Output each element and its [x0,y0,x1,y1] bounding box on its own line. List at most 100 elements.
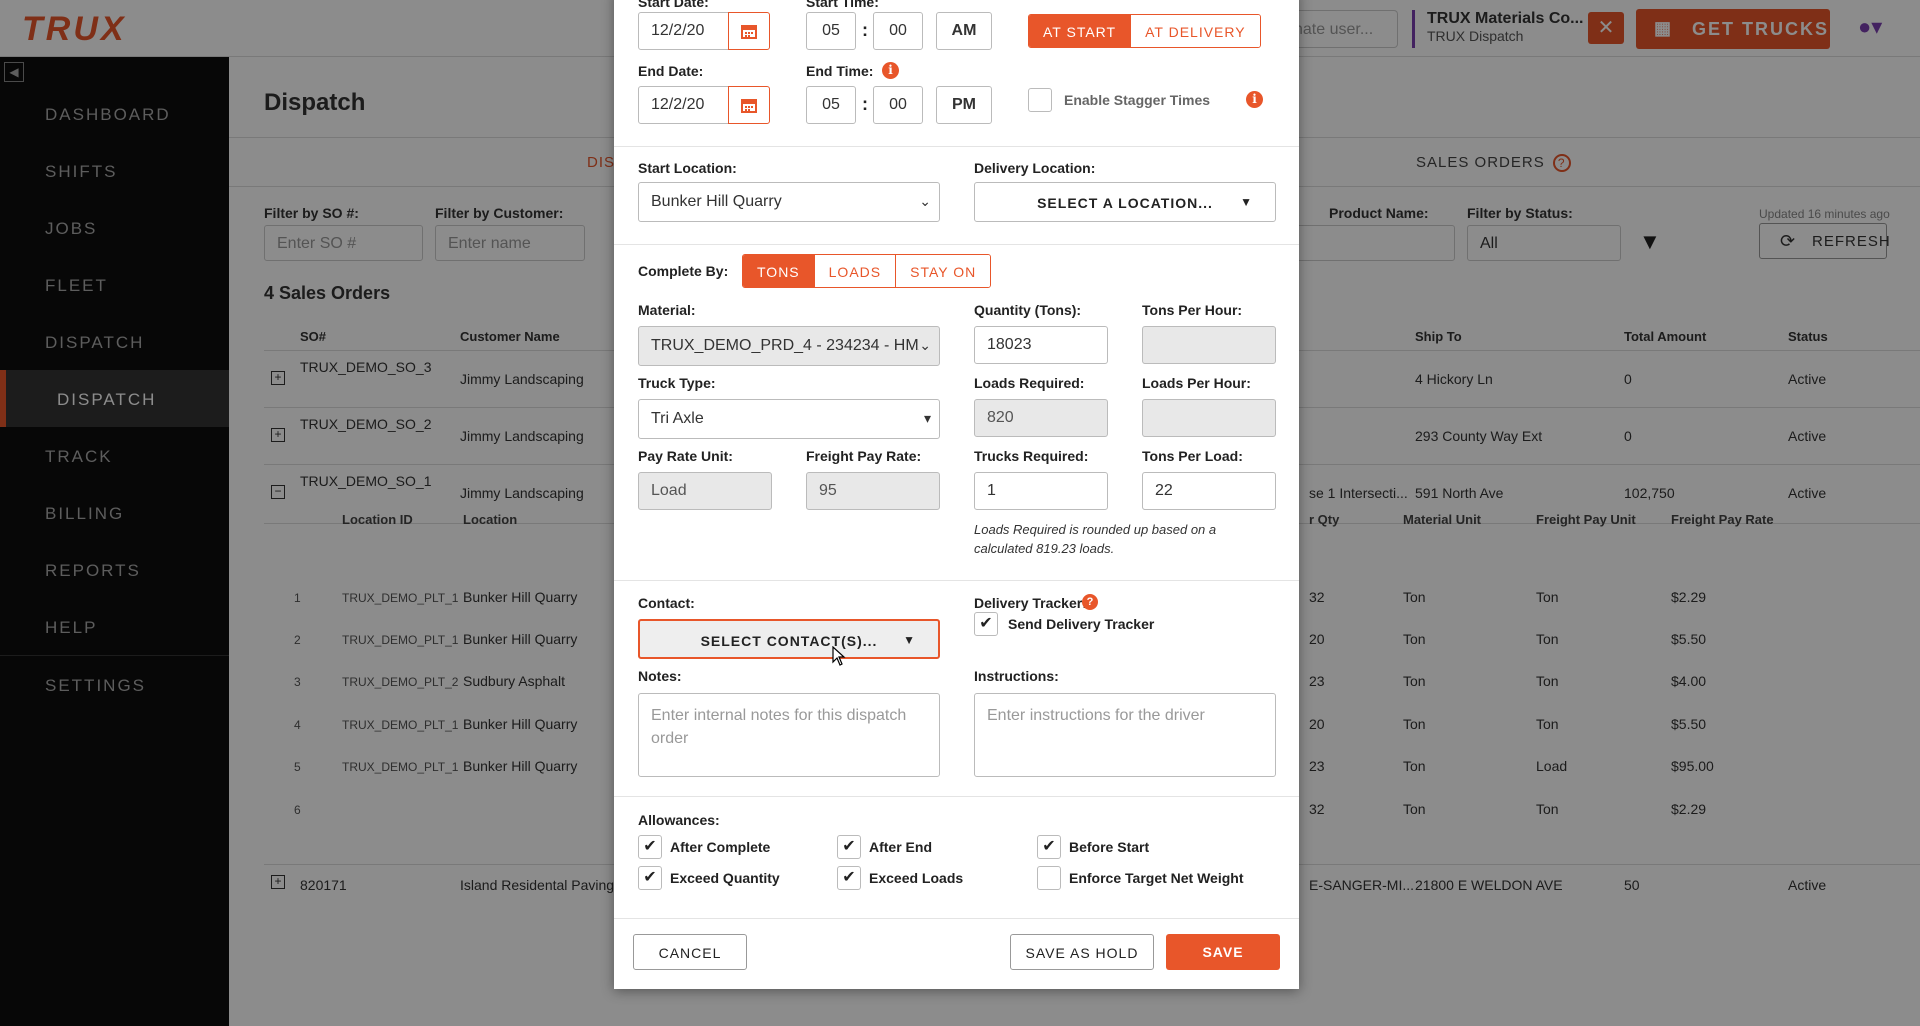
chevron-down-icon: ⌄ [919,193,931,210]
complete-by-stay-on[interactable]: STAY ON [896,255,991,287]
chevron-down-icon: ⌄ [919,337,931,354]
end-time-label: End Time: [806,63,874,79]
end-time-info-icon[interactable]: i [882,62,899,79]
start-date-label: Start Date: [638,0,709,10]
instructions-textarea[interactable]: Enter instructions for the driver [974,693,1276,777]
caret-down-icon: ▾ [923,410,931,427]
calendar-icon [741,25,757,39]
material-label: Material: [638,302,696,318]
time-separator: : [862,20,868,40]
tons-per-load-input[interactable]: 22 [1142,472,1276,510]
allowance-after-end-checkbox[interactable]: ✔ [837,835,861,859]
tons-per-hour-input[interactable] [1142,326,1276,364]
delivery-location-label: Delivery Location: [974,160,1096,176]
delivery-location-dropdown[interactable]: SELECT A LOCATION... ▼ [974,182,1276,222]
allowance-exceed-loads-label: Exceed Loads [869,870,964,886]
allowance-enforce-target-label: Enforce Target Net Weight [1069,870,1244,886]
complete-by-toggle: TONS LOADS STAY ON [742,254,992,288]
complete-by-label: Complete By: [638,263,729,279]
loads-required-input: 820 [974,399,1108,437]
complete-by-tons[interactable]: TONS [743,255,815,287]
tons-per-load-label: Tons Per Load: [1142,448,1243,464]
loads-required-note: Loads Required is rounded up based on a … [974,520,1274,558]
cancel-button[interactable]: CANCEL [633,934,747,970]
loads-note-line-2: calculated 819.23 loads. [974,541,1115,556]
allowance-exceed-quantity-label: Exceed Quantity [670,870,780,886]
save-as-hold-button[interactable]: SAVE AS HOLD [1010,934,1154,970]
delivery-tracker-label: Delivery Tracker: [974,595,1087,611]
caret-down-icon: ▼ [1240,195,1253,209]
at-delivery-option[interactable]: AT DELIVERY [1131,15,1260,47]
delivery-location-value: SELECT A LOCATION... [1037,195,1213,211]
loads-required-label: Loads Required: [974,375,1085,391]
start-location-select[interactable]: Bunker Hill Quarry ⌄ [638,182,940,222]
at-start-option[interactable]: AT START [1029,15,1132,47]
allowance-exceed-quantity-checkbox[interactable]: ✔ [638,866,662,890]
end-date-label: End Date: [638,63,704,79]
save-button[interactable]: SAVE [1166,934,1280,970]
start-ampm-toggle[interactable]: AM [936,12,992,50]
allowance-after-complete-label: After Complete [670,839,771,855]
truck-type-select[interactable]: Tri Axle ▾ [638,399,940,439]
delivery-tracker-help-icon[interactable]: ? [1082,594,1098,610]
section-divider [614,580,1299,581]
send-tracker-checkbox[interactable]: ✔ [974,612,998,636]
send-tracker-label: Send Delivery Tracker [1008,616,1155,632]
notes-textarea[interactable]: Enter internal notes for this dispatch o… [638,693,940,777]
end-minute-input[interactable]: 00 [873,86,923,124]
end-date-calendar-button[interactable] [728,86,770,124]
section-divider [614,146,1299,147]
allowance-exceed-loads-checkbox[interactable]: ✔ [837,866,861,890]
material-select[interactable]: TRUX_DEMO_PRD_4 - 234234 - HMA ⌄ [638,326,940,366]
section-divider [614,244,1299,245]
section-divider [614,918,1299,919]
time-mode-toggle: AT START AT DELIVERY [1028,14,1261,48]
start-date-input[interactable]: 12/2/20 [638,12,730,50]
instructions-label: Instructions: [974,668,1059,684]
freight-pay-rate-input: 95 [806,472,940,510]
allowance-after-complete-checkbox[interactable]: ✔ [638,835,662,859]
start-location-value: Bunker Hill Quarry [651,193,782,210]
enable-stagger-checkbox[interactable] [1028,88,1052,112]
start-hour-input[interactable]: 05 [806,12,856,50]
material-value: TRUX_DEMO_PRD_4 - 234234 - HMA [651,337,930,354]
allowance-after-end-label: After End [869,839,932,855]
loads-note-line-1: Loads Required is rounded up based on a [974,522,1217,537]
time-separator: : [862,94,868,114]
allowances-label: Allowances: [638,812,720,828]
allowance-enforce-target-checkbox[interactable] [1037,866,1061,890]
caret-down-icon: ▼ [903,633,916,647]
quantity-label: Quantity (Tons): [974,302,1082,318]
trucks-required-input[interactable]: 1 [974,472,1108,510]
allowance-before-start-checkbox[interactable]: ✔ [1037,835,1061,859]
dispatch-order-modal: Start Date: 12/2/20 Start Time: 05 : 00 … [614,0,1299,989]
start-location-label: Start Location: [638,160,737,176]
truck-type-label: Truck Type: [638,375,716,391]
select-contacts-label: SELECT CONTACT(S)... [700,633,878,649]
loads-per-hour-label: Loads Per Hour: [1142,375,1251,391]
end-ampm-toggle[interactable]: PM [936,86,992,124]
contact-label: Contact: [638,595,695,611]
notes-label: Notes: [638,668,682,684]
start-minute-input[interactable]: 00 [873,12,923,50]
section-divider [614,796,1299,797]
truck-type-value: Tri Axle [651,410,704,427]
tons-per-hour-label: Tons Per Hour: [1142,302,1243,318]
freight-pay-rate-label: Freight Pay Rate: [806,448,922,464]
complete-by-loads[interactable]: LOADS [814,255,897,287]
calendar-icon [741,99,757,113]
select-contacts-dropdown[interactable]: SELECT CONTACT(S)... ▼ [638,619,940,659]
start-date-calendar-button[interactable] [728,12,770,50]
pay-rate-unit-input: Load [638,472,772,510]
end-date-input[interactable]: 12/2/20 [638,86,730,124]
quantity-input[interactable]: 18023 [974,326,1108,364]
start-time-label: Start Time: [806,0,879,10]
loads-per-hour-input[interactable] [1142,399,1276,437]
enable-stagger-label: Enable Stagger Times [1064,92,1211,108]
mouse-cursor-icon [832,646,846,666]
end-hour-input[interactable]: 05 [806,86,856,124]
stagger-info-icon[interactable]: i [1246,91,1263,108]
pay-rate-unit-label: Pay Rate Unit: [638,448,733,464]
trucks-required-label: Trucks Required: [974,448,1089,464]
allowance-before-start-label: Before Start [1069,839,1150,855]
